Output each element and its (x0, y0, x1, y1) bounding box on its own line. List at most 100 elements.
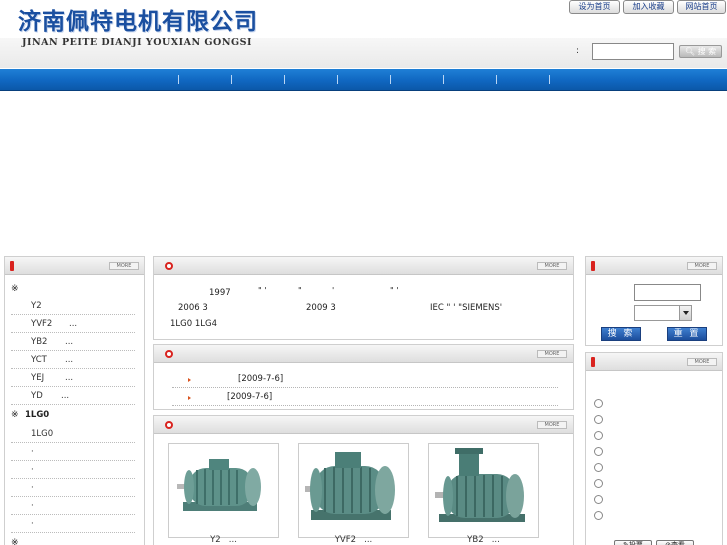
intro-text: " ' (390, 286, 399, 295)
news-date: [2009-7-6] (238, 374, 284, 384)
search-button[interactable]: 🔍︎ 搜 索 (679, 45, 722, 58)
intro-text: ' (332, 286, 335, 295)
category-item[interactable]: YD... (11, 387, 135, 405)
intro-text: IEC " ' "SIEMENS' (430, 303, 503, 313)
intro-text: " ' (258, 286, 267, 295)
poll-panel: MORE ✎投票 ⊘查看 (585, 352, 723, 545)
product-name[interactable]: YVF2 ... (298, 535, 409, 545)
dropdown-arrow-icon (679, 306, 691, 320)
page: 济南佩特电机有限公司 JINAN PEITE DIANJI YOUXIAN GO… (0, 0, 727, 545)
bullet-arrow-icon (188, 396, 191, 400)
search-button-label: 搜 索 (697, 47, 717, 56)
nav-separator (284, 75, 285, 84)
more-button[interactable]: MORE (537, 262, 567, 270)
section-mark: ※ (11, 284, 19, 294)
header: 济南佩特电机有限公司 JINAN PEITE DIANJI YOUXIAN GO… (0, 0, 727, 68)
search-button[interactable]: 搜 索 (601, 327, 641, 341)
more-button[interactable]: MORE (109, 262, 139, 270)
products-panel: MORE Y2 ... YVF2 ... YB2 ... (153, 415, 574, 545)
section-mark: ※ (11, 410, 19, 420)
section-title: 1LG0 (25, 410, 50, 420)
product-card[interactable] (168, 443, 279, 538)
product-name[interactable]: YB2 ... (428, 535, 539, 545)
category-item[interactable]: · (11, 461, 135, 479)
poll-option-radio[interactable] (594, 399, 603, 408)
intro-text: " (298, 286, 302, 295)
poll-option-radio[interactable] (594, 447, 603, 456)
bullet-arrow-icon (188, 378, 191, 382)
product-search-panel: MORE 搜 索 重 置 (585, 256, 723, 346)
news-date: [2009-7-6] (227, 392, 273, 402)
category-item[interactable]: YCT... (11, 351, 135, 369)
nav-separator (231, 75, 232, 84)
company-intro-panel: MORE 1997 " ' " ' " ' 2006 3 2009 3 IEC … (153, 256, 574, 340)
add-favorite-link[interactable]: 加入收藏 (623, 0, 674, 14)
poll-option-radio[interactable] (594, 479, 603, 488)
reset-button[interactable]: 重 置 (667, 327, 707, 341)
header-ring-icon (165, 350, 173, 358)
poll-option-radio[interactable] (594, 495, 603, 504)
more-button[interactable]: MORE (687, 262, 717, 270)
nav-separator (443, 75, 444, 84)
category-item[interactable]: Y2 (11, 297, 135, 315)
category-item[interactable]: · (11, 479, 135, 497)
more-button[interactable]: MORE (537, 421, 567, 429)
company-logo-cn: 济南佩特电机有限公司 (18, 8, 258, 35)
section-mark: ※ (11, 538, 19, 545)
header-marker-icon (591, 261, 595, 271)
category-item[interactable]: 1LG0 (11, 425, 135, 443)
intro-text: 1997 (209, 288, 231, 298)
more-button[interactable]: MORE (537, 350, 567, 358)
main-nav (0, 69, 727, 91)
nav-separator (178, 75, 179, 84)
poll-option-radio[interactable] (594, 415, 603, 424)
set-homepage-link[interactable]: 设为首页 (569, 0, 620, 14)
product-category-panel: MORE ※ Y2 YVF2... YB2... YCT... YEJ... Y… (4, 256, 145, 545)
nav-separator (390, 75, 391, 84)
keyword-input[interactable] (634, 284, 701, 301)
motor-image (429, 444, 538, 537)
product-card[interactable] (428, 443, 539, 538)
news-panel: MORE [2009-7-6] [2009-7-6] (153, 344, 574, 410)
more-button[interactable]: MORE (687, 358, 717, 366)
nav-separator (549, 75, 550, 84)
panel-header: MORE (586, 353, 722, 371)
intro-text: 2009 3 (306, 303, 336, 313)
category-item[interactable]: YVF2... (11, 315, 135, 333)
category-item[interactable]: · (11, 443, 135, 461)
divider (172, 405, 558, 406)
vote-button[interactable]: ✎投票 (614, 540, 652, 545)
nav-separator (337, 75, 338, 84)
category-item[interactable]: YEJ... (11, 369, 135, 387)
product-name[interactable]: Y2 ... (168, 535, 279, 545)
panel-header: MORE (154, 345, 573, 363)
header-marker-icon (591, 357, 595, 367)
panel-header: MORE (586, 257, 722, 275)
header-ring-icon (165, 421, 173, 429)
category-item[interactable]: · (11, 515, 135, 533)
panel-header: MORE (154, 257, 573, 275)
category-select[interactable] (634, 305, 692, 321)
header-ring-icon (165, 262, 173, 270)
motor-image (299, 444, 408, 537)
divider (172, 387, 558, 388)
header-marker-icon (10, 261, 14, 271)
poll-option-radio[interactable] (594, 463, 603, 472)
search-input[interactable] (592, 43, 674, 60)
panel-header: MORE (5, 257, 144, 275)
poll-option-radio[interactable] (594, 511, 603, 520)
intro-text: 2006 3 (178, 303, 208, 313)
nav-separator (496, 75, 497, 84)
category-item[interactable]: · (11, 497, 135, 515)
motor-image (169, 444, 278, 537)
search-label: : (576, 46, 580, 56)
intro-text: 1LG0 1LG4 (170, 319, 217, 329)
poll-option-radio[interactable] (594, 431, 603, 440)
product-card[interactable] (298, 443, 409, 538)
panel-header: MORE (154, 416, 573, 434)
category-item[interactable]: YB2... (11, 333, 135, 351)
site-home-link[interactable]: 网站首页 (677, 0, 726, 14)
search-icon: 🔍︎ (684, 47, 696, 56)
view-results-button[interactable]: ⊘查看 (656, 540, 694, 545)
company-logo-en: JINAN PEITE DIANJI YOUXIAN GONGSI (22, 37, 252, 48)
